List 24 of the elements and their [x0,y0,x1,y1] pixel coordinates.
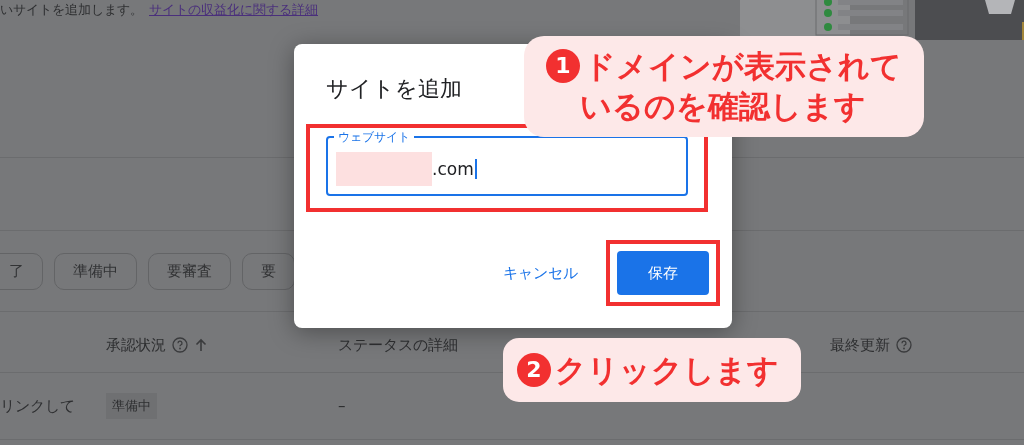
filter-chip[interactable]: 準備中 [54,253,137,290]
learn-more-link[interactable]: サイトの収益化に関する詳細 [149,1,318,17]
field-value: .com [432,159,477,179]
filter-chip[interactable]: 要審査 [148,253,231,290]
column-header[interactable]: 承認状況 [106,335,166,355]
annotation-text: クリックします [555,351,779,390]
annotation-text: いるのを確認します [580,87,866,127]
status-badge: 準備中 [106,393,157,419]
annotation-text: ドメインが表示されて [584,47,902,86]
help-icon[interactable] [172,337,188,353]
table-cell-text: リンクして [0,396,76,416]
step-number: 2 [517,353,551,388]
column-header[interactable]: 最終更新 [830,335,890,355]
help-icon[interactable] [896,337,912,353]
sort-arrow-icon[interactable] [194,337,208,353]
intro-text: いサイトを追加します。 [0,1,143,17]
dialog-title: サイトを追加 [326,75,463,103]
save-button[interactable]: 保存 [617,251,709,295]
cancel-button[interactable]: キャンセル [495,255,586,291]
field-label: ウェブサイト [337,130,411,144]
column-header[interactable]: ステータスの詳細 [338,335,458,355]
filter-chip[interactable]: 了 [0,253,43,290]
step-number: 1 [546,49,580,84]
table-cell-text: – [338,397,347,415]
